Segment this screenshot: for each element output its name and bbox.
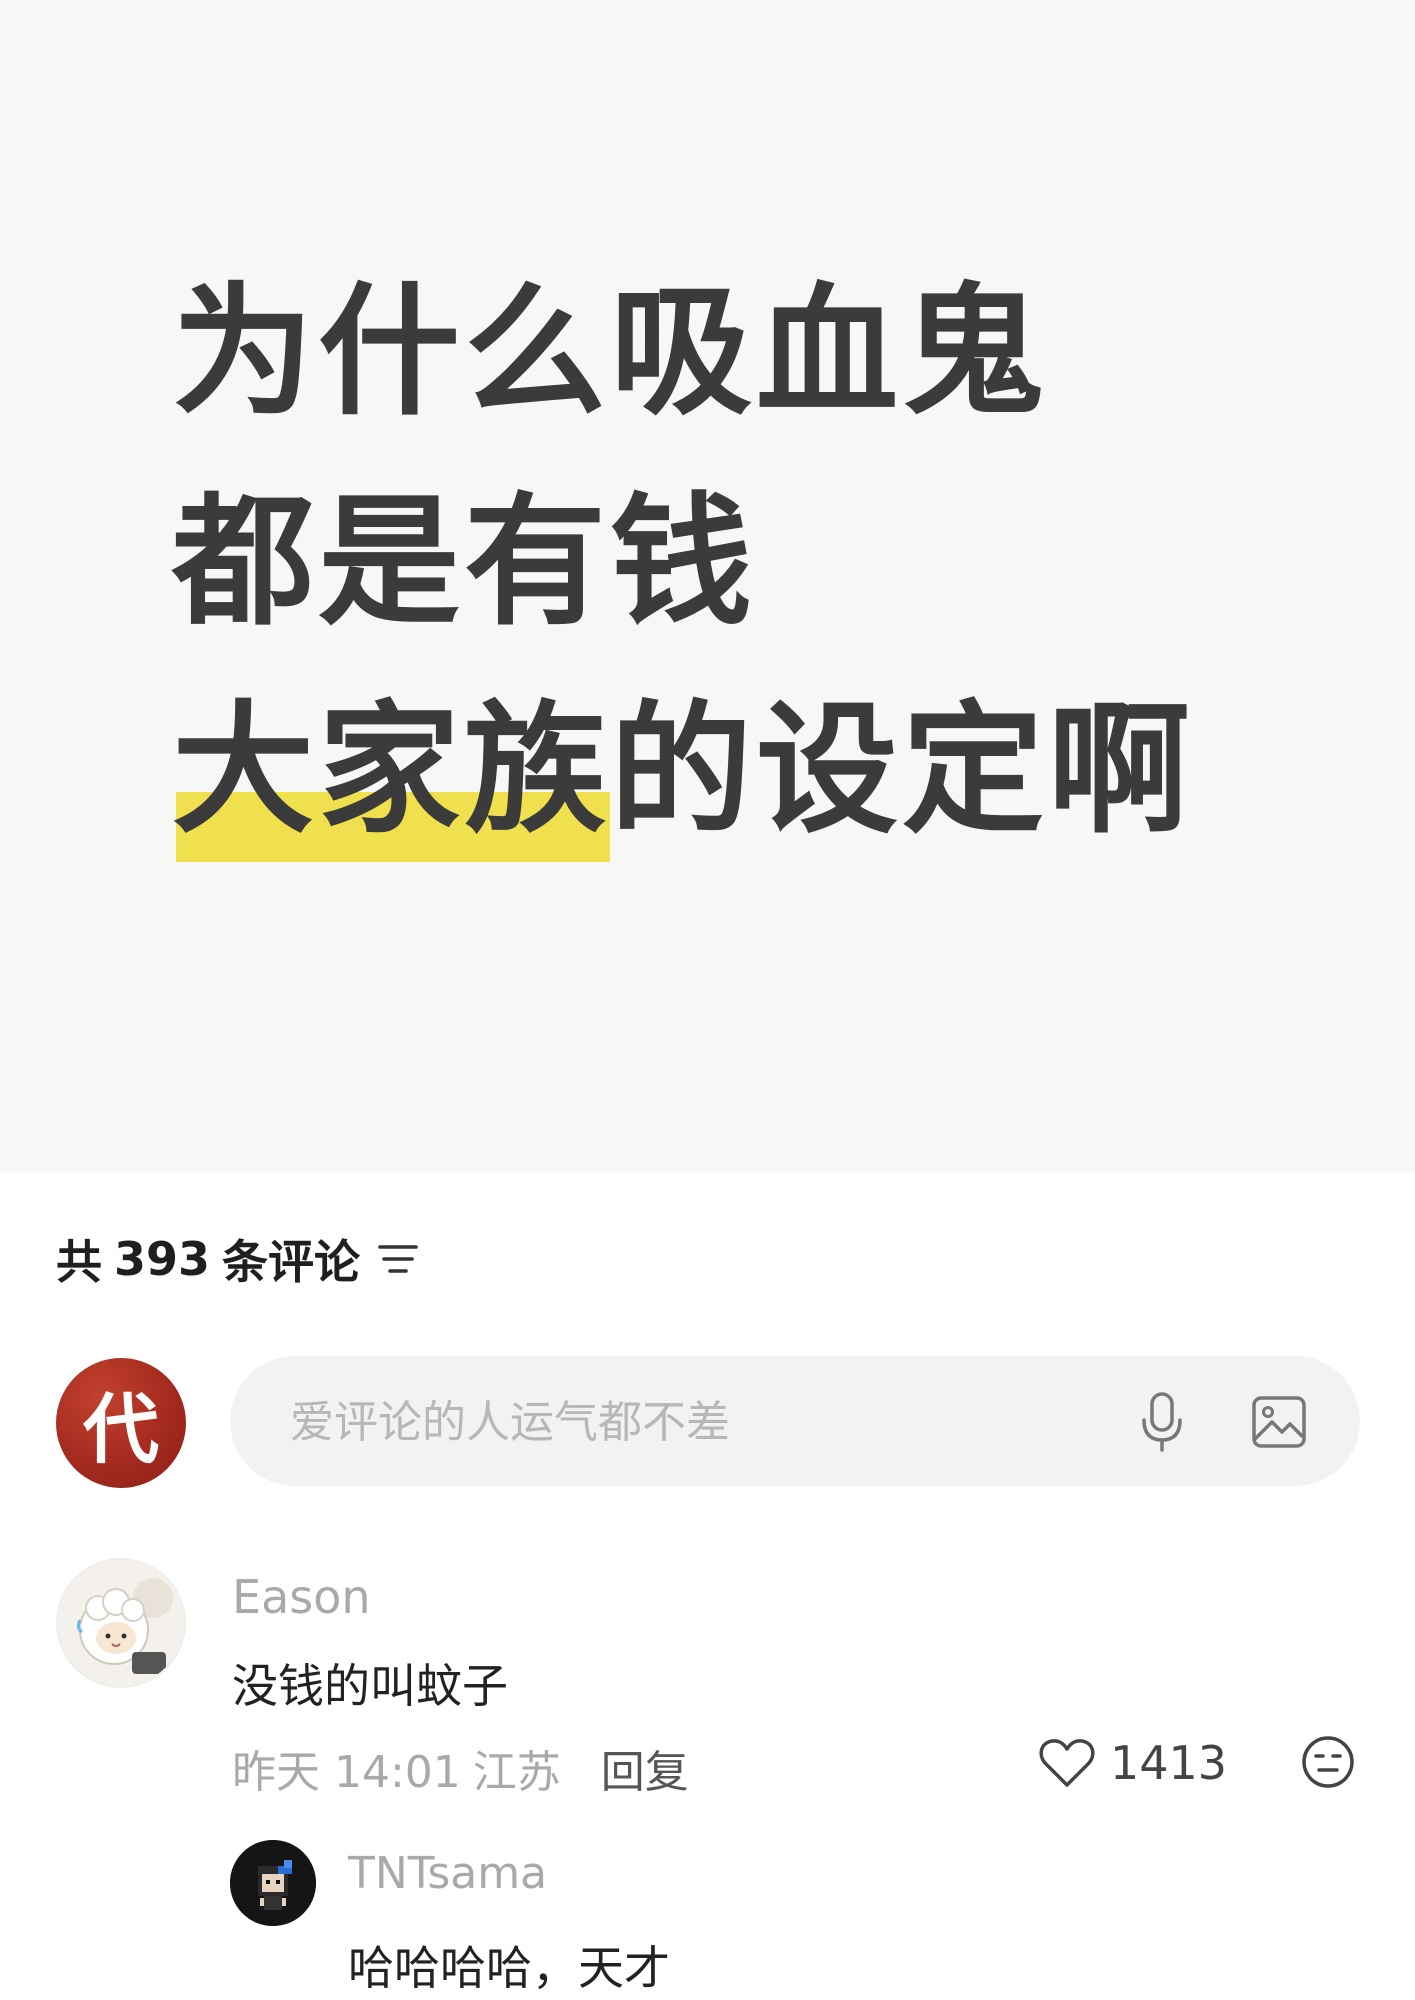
commenter-name[interactable]: Eason <box>232 1570 371 1624</box>
microphone-icon[interactable] <box>1138 1390 1186 1454</box>
like-count: 1413 <box>1110 1736 1228 1790</box>
comment-count-header: 共 393 条评论 <box>56 1226 420 1292</box>
post-image[interactable]: 为什么吸血鬼 都是有钱 大家族的设定啊 <box>0 0 1415 1172</box>
comment-input[interactable] <box>288 1356 1052 1488</box>
reply-author-avatar[interactable] <box>230 1840 316 1926</box>
post-text-line-3-rest: 的设定啊 <box>610 688 1194 853</box>
comment-count: 393 <box>114 1232 211 1286</box>
reply-author-name[interactable]: TNTsama <box>348 1848 547 1899</box>
commenter-avatar[interactable] <box>56 1558 186 1688</box>
post-text-line-2: 都是有钱 <box>172 480 756 645</box>
dislike-face-icon[interactable] <box>1300 1734 1356 1790</box>
filter-lines-icon[interactable] <box>376 1239 420 1279</box>
reply-text: 哈哈哈哈，天才 <box>348 1941 670 1995</box>
avatar-char: 代 <box>83 1385 159 1474</box>
sheep-avatar-icon <box>58 1560 184 1686</box>
post-detail-page: 为什么吸血鬼 都是有钱 大家族的设定啊 共 393 条评论 代 爱评论的人运气都… <box>0 0 1415 2000</box>
image-icon[interactable] <box>1250 1394 1308 1450</box>
post-text-line-1: 为什么吸血鬼 <box>172 270 1048 435</box>
comment-count-suffix: 条评论 <box>222 1235 361 1289</box>
comment-meta: 昨天 14:01 江苏 回复 <box>232 1736 689 1800</box>
comment-time: 昨天 14:01 <box>232 1747 461 1798</box>
highlighted-text: 大家族 <box>172 688 610 862</box>
like-button[interactable]: 1413 <box>1038 1736 1227 1790</box>
heart-icon <box>1039 1739 1095 1787</box>
current-user-avatar[interactable]: 代 <box>56 1358 186 1488</box>
comment-text: 没钱的叫蚊子 <box>232 1659 508 1713</box>
reply-button[interactable]: 回复 <box>601 1736 689 1800</box>
pixel-character-icon <box>230 1840 316 1926</box>
comment-count-prefix: 共 <box>56 1235 102 1289</box>
post-text-line-3: 大家族的设定啊 <box>172 688 1194 862</box>
comment-composer[interactable] <box>230 1356 1360 1488</box>
comment-location: 江苏 <box>472 1747 561 1798</box>
